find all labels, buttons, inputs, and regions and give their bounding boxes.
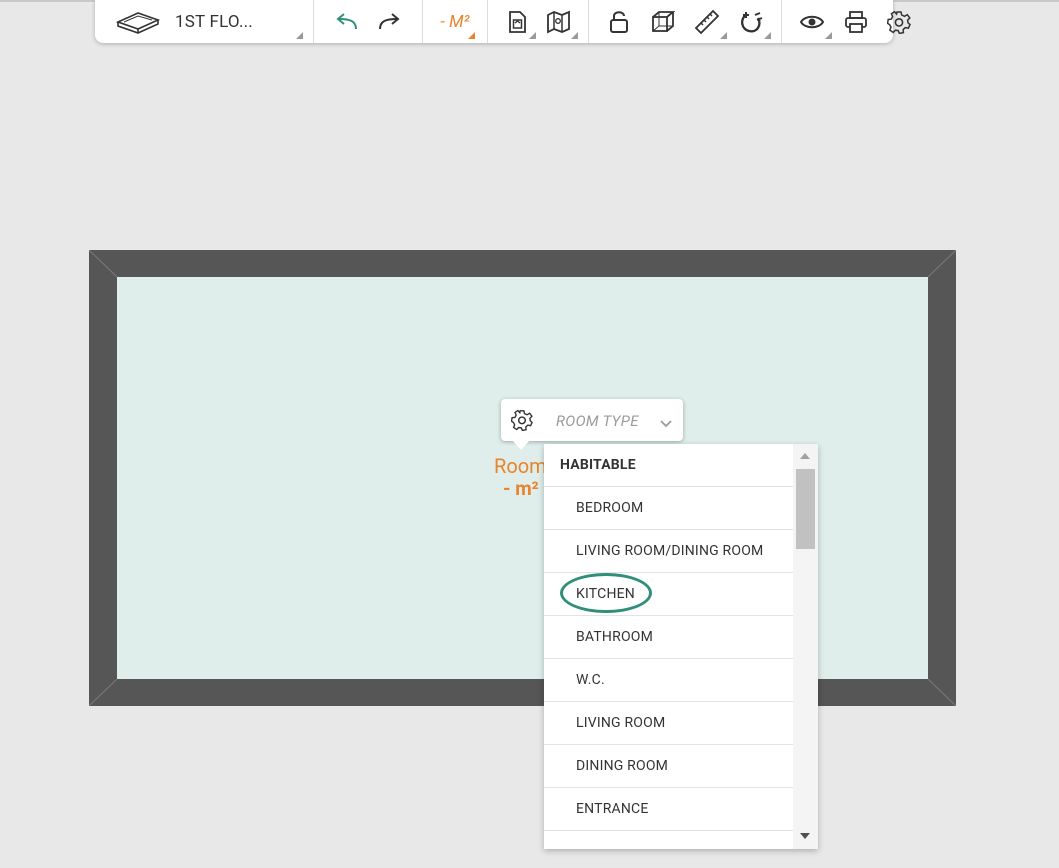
edit-tools-group (589, 0, 782, 43)
scrollbar-thumb[interactable] (796, 469, 815, 549)
option-bathroom[interactable]: BATHROOM (544, 616, 793, 659)
eye-icon (799, 13, 825, 31)
floor-plan-icon (115, 9, 161, 35)
chevron-down-icon[interactable] (660, 414, 672, 433)
history-group (314, 0, 423, 43)
room-type-list: HABITABLE BEDROOM LIVING ROOM/DINING ROO… (544, 444, 793, 831)
room-name-label[interactable]: Room (494, 454, 547, 478)
visibility-button[interactable] (790, 0, 834, 43)
option-label: BEDROOM (576, 500, 644, 516)
redo-button[interactable] (368, 0, 410, 43)
room-type-dropdown[interactable]: HABITABLE BEDROOM LIVING ROOM/DINING ROO… (544, 444, 818, 849)
option-label: DINING ROOM (576, 758, 669, 774)
magnet-icon (738, 9, 764, 35)
area-unit-button[interactable]: - M² (433, 0, 477, 43)
option-label: ENTRANCE (576, 801, 649, 817)
document-icon (506, 10, 528, 34)
group-header-habitable: HABITABLE (544, 444, 793, 487)
floor-selector-group: 1ST FLO... (95, 0, 314, 43)
print-icon (844, 10, 868, 34)
option-label: BATHROOM (576, 629, 654, 645)
snap-button[interactable] (729, 0, 773, 43)
room-area-label: - m² (503, 477, 539, 500)
dropdown-scrollbar[interactable] (793, 444, 818, 849)
option-entrance[interactable]: ENTRANCE (544, 788, 793, 831)
option-bedroom[interactable]: BEDROOM (544, 487, 793, 530)
export-group (488, 0, 589, 43)
room-type-select[interactable]: ROOM TYPE (556, 412, 639, 430)
option-label: LIVING ROOM (576, 715, 666, 731)
option-kitchen[interactable]: KITCHEN (544, 573, 793, 616)
3d-view-button[interactable] (641, 0, 685, 43)
highlight-ring (560, 573, 652, 613)
settings-button[interactable] (878, 0, 920, 43)
option-living-dining-room[interactable]: LIVING ROOM/DINING ROOM (544, 530, 793, 573)
undo-icon (334, 12, 360, 32)
scroll-down-icon[interactable] (800, 833, 810, 839)
undo-button[interactable] (326, 0, 368, 43)
floor-label: 1ST FLO... (175, 11, 253, 32)
3d-cube-icon (651, 10, 675, 34)
print-button[interactable] (834, 0, 878, 43)
document-button[interactable] (496, 0, 538, 43)
unit-group: - M² (423, 0, 488, 43)
popup-pointer (513, 441, 529, 450)
redo-icon (376, 12, 402, 32)
option-dining-room[interactable]: DINING ROOM (544, 745, 793, 788)
option-wc[interactable]: W.C. (544, 659, 793, 702)
ruler-icon (694, 9, 720, 35)
gear-icon[interactable] (510, 409, 533, 435)
map-icon (546, 10, 572, 34)
option-living-room[interactable]: LIVING ROOM (544, 702, 793, 745)
map-button[interactable] (538, 0, 580, 43)
floor-selector-button[interactable]: 1ST FLO... (115, 0, 305, 43)
main-toolbar: 1ST FLO... - M² (95, 0, 911, 43)
option-label: W.C. (576, 672, 605, 688)
measure-button[interactable] (685, 0, 729, 43)
option-label: LIVING ROOM/DINING ROOM (576, 543, 764, 559)
room-type-popup[interactable]: ROOM TYPE (501, 399, 683, 450)
view-group (782, 0, 928, 43)
scroll-up-icon[interactable] (800, 453, 810, 459)
lock-button[interactable] (597, 0, 641, 43)
settings-icon (887, 10, 911, 34)
area-unit-icon: - M² (440, 11, 470, 32)
unlock-icon (609, 10, 629, 34)
